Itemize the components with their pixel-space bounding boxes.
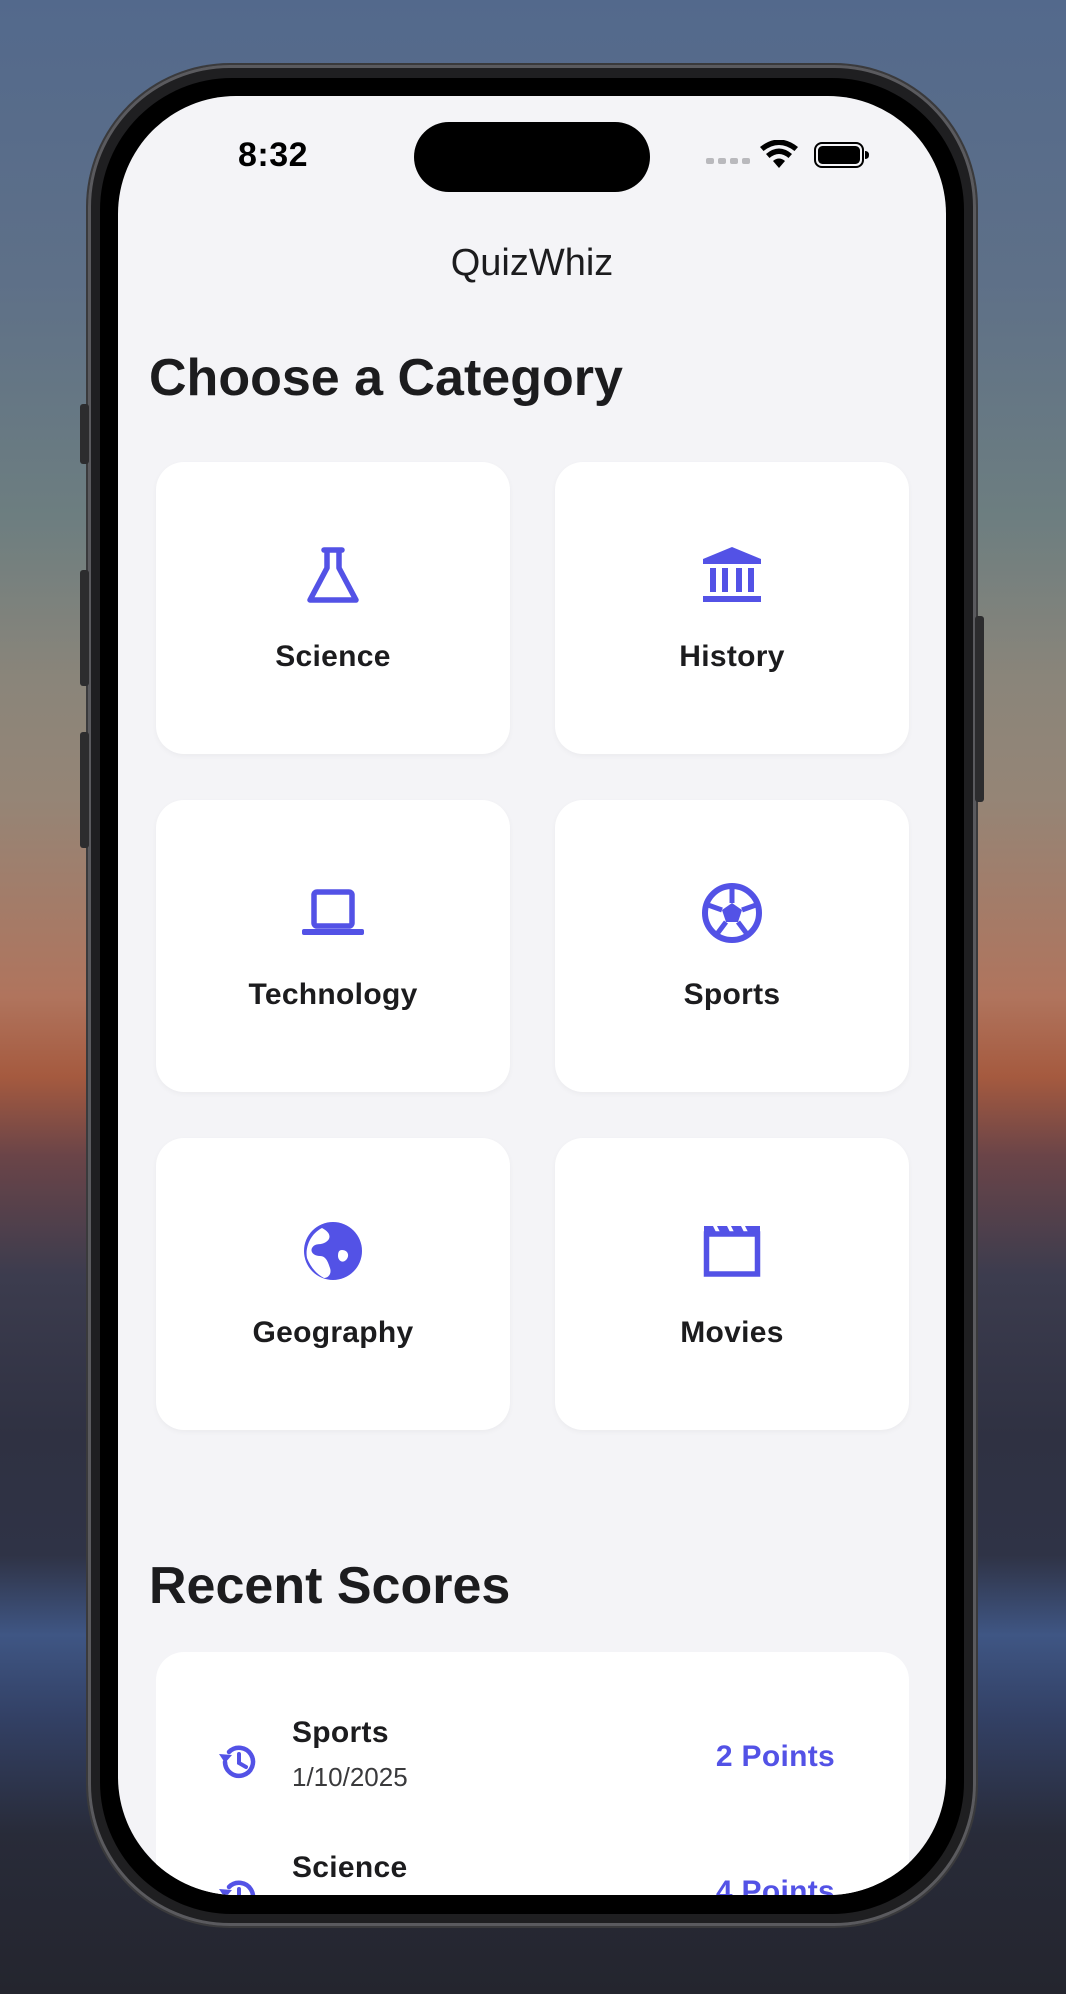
volume-down-button: [80, 732, 89, 848]
recent-scores-heading: Recent Scores: [149, 1557, 511, 1615]
category-card-sports[interactable]: Sports: [555, 800, 909, 1092]
flask-icon: [307, 547, 359, 603]
category-card-technology[interactable]: Technology: [156, 800, 510, 1092]
category-card-science[interactable]: Science: [156, 462, 510, 754]
recent-scores-list: Sports 1/10/2025 2 Points Science 4 Poin…: [156, 1652, 909, 1895]
score-category: Science: [292, 1851, 408, 1884]
app-screen: 8:32 QuizWhiz Choose a Category Science …: [118, 96, 946, 1895]
category-label: Technology: [248, 978, 418, 1011]
category-label: Movies: [680, 1316, 784, 1349]
action-button: [80, 404, 89, 464]
laptop-icon: [302, 889, 364, 935]
dynamic-island: [414, 122, 650, 192]
soccer-ball-icon: [702, 883, 762, 943]
status-time: 8:32: [238, 136, 309, 174]
score-points: 4 Points: [715, 1875, 835, 1895]
globe-icon: [304, 1222, 362, 1280]
category-label: History: [679, 640, 785, 673]
history-icon: [219, 1880, 256, 1895]
categories-heading: Choose a Category: [149, 349, 623, 407]
clapperboard-icon: [703, 1226, 761, 1277]
category-label: Science: [275, 640, 391, 673]
cellular-signal-icon: [706, 158, 750, 164]
wifi-icon: [760, 140, 798, 168]
category-card-movies[interactable]: Movies: [555, 1138, 909, 1430]
volume-up-button: [80, 570, 89, 686]
power-button: [975, 616, 984, 802]
category-card-history[interactable]: History: [555, 462, 909, 754]
score-date: 1/10/2025: [292, 1762, 408, 1792]
score-row[interactable]: Science 4 Points: [156, 1847, 909, 1895]
category-label: Sports: [683, 978, 781, 1011]
score-row[interactable]: Sports 1/10/2025 2 Points: [156, 1712, 909, 1812]
score-category: Sports: [292, 1716, 389, 1749]
category-card-geography[interactable]: Geography: [156, 1138, 510, 1430]
app-title: QuizWhiz: [450, 242, 614, 284]
battery-icon: [814, 142, 869, 168]
score-points: 2 Points: [715, 1740, 835, 1773]
category-label: Geography: [252, 1316, 414, 1349]
history-icon: [219, 1745, 256, 1779]
bank-icon: [703, 547, 761, 602]
